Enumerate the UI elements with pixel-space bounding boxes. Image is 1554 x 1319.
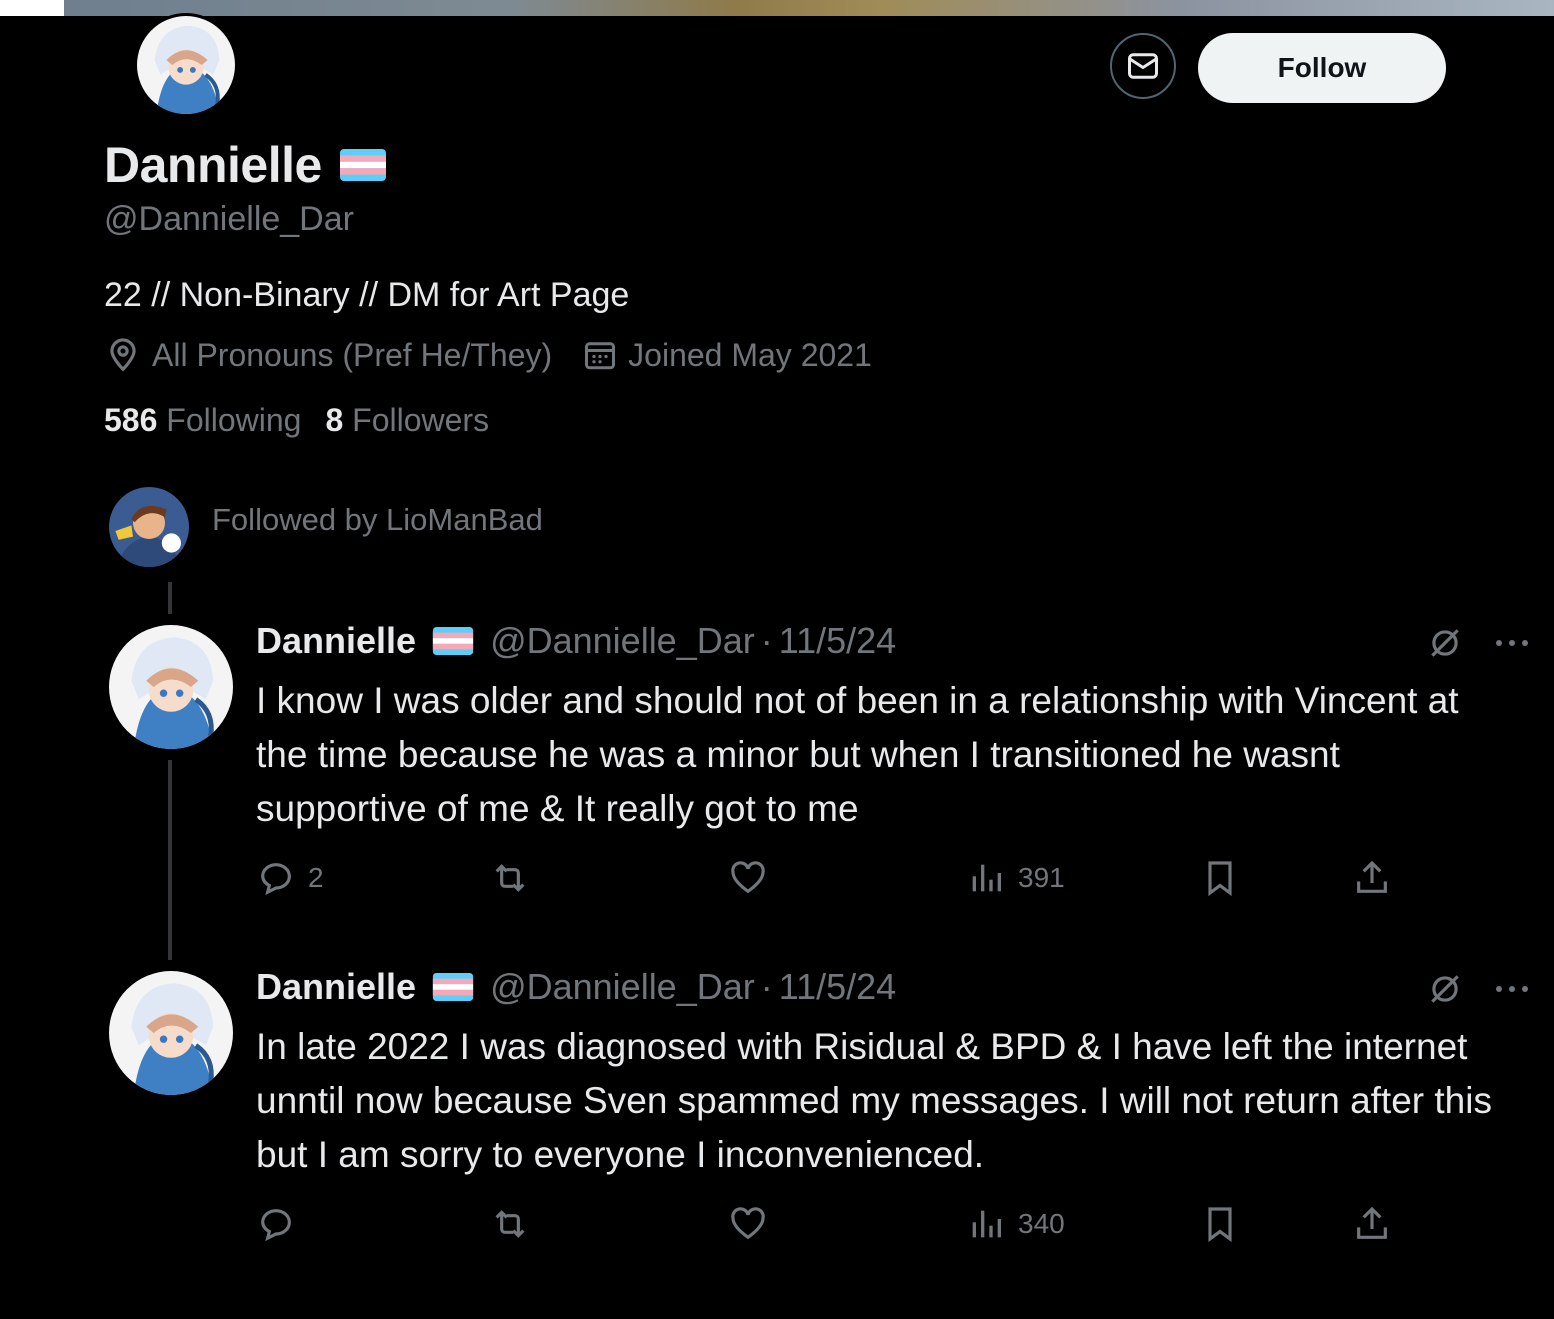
avatar-illustration	[109, 487, 189, 567]
profile-handle: @Dannielle_Dar	[104, 200, 354, 238]
profile-bio: 22 // Non-Binary // DM for Art Page	[104, 276, 630, 314]
more-options-icon[interactable]	[1494, 984, 1530, 994]
reply-icon	[261, 863, 291, 896]
tweet-date[interactable]: 11/5/24	[779, 966, 896, 1008]
location-text: All Pronouns (Pref He/They)	[152, 336, 553, 373]
bookmark-icon	[1208, 861, 1232, 897]
share-button[interactable]	[1352, 1204, 1392, 1244]
thread-connector	[168, 760, 172, 960]
profile-location: All Pronouns (Pref He/They)	[104, 336, 552, 374]
trans-flag-icon	[339, 149, 386, 181]
followed-by-text[interactable]: Followed by LioManBad	[212, 502, 543, 538]
views-chart-icon	[972, 1210, 1001, 1238]
views-button[interactable]: 340	[966, 1204, 1065, 1244]
trans-flag-icon	[432, 627, 474, 655]
avatar-illustration	[137, 16, 235, 114]
follow-button[interactable]: Follow	[1198, 33, 1446, 103]
tweet-actions: 340	[256, 1204, 1406, 1244]
bookmark-button[interactable]	[1200, 858, 1240, 898]
profile-screen: Follow Dannielle @Dannielle_Dar 22 // No…	[0, 0, 1554, 1319]
trans-flag-icon	[432, 973, 474, 1001]
tweet-corner-icons	[1426, 970, 1530, 1008]
share-button[interactable]	[1352, 858, 1392, 898]
profile-name-row: Dannielle	[104, 136, 386, 194]
more-options-icon[interactable]	[1494, 638, 1530, 648]
tweet-actions: 2 391	[256, 858, 1406, 898]
tweet-author-handle[interactable]: @Dannielle_Dar	[490, 620, 755, 662]
share-icon	[1357, 1206, 1387, 1239]
view-count: 391	[1018, 862, 1065, 893]
bookmark-icon	[1208, 1207, 1232, 1243]
retweet-button[interactable]	[490, 1204, 542, 1244]
profile-avatar[interactable]	[134, 13, 238, 117]
avatar-illustration	[109, 971, 233, 1095]
like-button[interactable]	[728, 858, 780, 898]
tweet-avatar[interactable]	[106, 968, 236, 1098]
profile-joined: Joined May 2021	[582, 337, 872, 374]
tweet-header: Dannielle @Dannielle_Dar · 11/5/24	[256, 966, 896, 1008]
profile-meta: All Pronouns (Pref He/They) Joined May 2…	[104, 336, 872, 374]
grok-icon[interactable]	[1426, 970, 1464, 1008]
heart-icon	[731, 861, 765, 894]
share-icon	[1357, 860, 1387, 893]
tweet-date[interactable]: 11/5/24	[779, 620, 896, 662]
retweet-icon	[495, 864, 525, 892]
retweet-icon	[495, 1210, 525, 1238]
reply-count: 2	[308, 862, 324, 893]
views-chart-icon	[972, 864, 1001, 892]
separator-dot: ·	[760, 620, 773, 661]
bookmark-button[interactable]	[1200, 1204, 1240, 1244]
followed-by-avatar[interactable]	[106, 484, 192, 570]
grok-icon[interactable]	[1426, 624, 1464, 662]
tweet-author-handle[interactable]: @Dannielle_Dar	[490, 966, 755, 1008]
avatar-illustration	[109, 625, 233, 749]
views-button[interactable]: 391	[966, 858, 1065, 898]
profile-banner[interactable]	[64, 0, 1554, 16]
followers-link[interactable]: 8 Followers	[325, 402, 489, 439]
message-button[interactable]	[1110, 33, 1176, 99]
heart-icon	[731, 1207, 765, 1240]
envelope-icon	[1128, 53, 1158, 79]
reply-button[interactable]: 2	[256, 858, 324, 898]
tweet-text: In late 2022 I was diagnosed with Risidu…	[256, 1026, 1492, 1175]
reply-button[interactable]	[256, 1204, 308, 1244]
tweet-text: I know I was older and should not of bee…	[256, 680, 1459, 829]
calendar-icon	[585, 342, 616, 370]
tweet-author-name[interactable]: Dannielle	[256, 620, 416, 662]
location-pin-icon	[110, 338, 136, 372]
tweet-avatar[interactable]	[106, 622, 236, 752]
tweet-author-name[interactable]: Dannielle	[256, 966, 416, 1008]
window-edge	[0, 0, 64, 16]
joined-text: Joined May 2021	[628, 336, 872, 373]
tweet-header: Dannielle @Dannielle_Dar · 11/5/24	[256, 620, 896, 662]
separator-dot: ·	[760, 966, 773, 1007]
like-button[interactable]	[728, 1204, 780, 1244]
follow-counts: 586 Following 8 Followers	[104, 402, 489, 439]
profile-name: Dannielle	[104, 137, 322, 193]
reply-icon	[261, 1209, 291, 1242]
tweet-corner-icons	[1426, 624, 1530, 662]
retweet-button[interactable]	[490, 858, 542, 898]
thread-connector	[168, 582, 172, 614]
view-count: 340	[1018, 1208, 1065, 1239]
following-link[interactable]: 586 Following	[104, 402, 301, 439]
